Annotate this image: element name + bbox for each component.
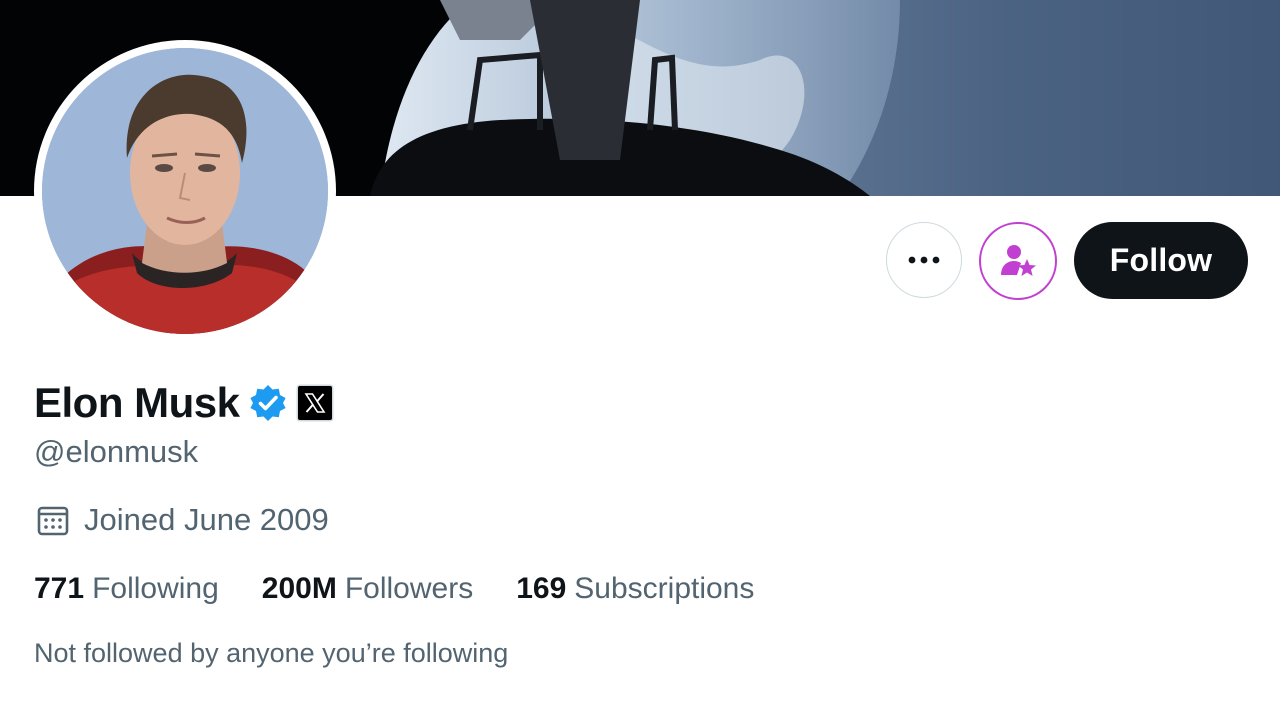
subscribe-button[interactable] xyxy=(979,222,1057,300)
avatar-ring[interactable] xyxy=(34,40,336,342)
calendar-icon xyxy=(37,506,69,536)
stat-label: Following xyxy=(92,572,219,605)
x-logo-icon xyxy=(304,393,325,413)
stat-value: 200M xyxy=(261,572,337,605)
stat-followers[interactable]: 200M Followers xyxy=(262,572,473,606)
stat-label: Followers xyxy=(344,572,474,605)
verified-badge-icon[interactable] xyxy=(248,383,288,423)
more-button[interactable] xyxy=(886,222,962,298)
stat-value: 771 xyxy=(34,572,85,605)
display-name: Elon Musk xyxy=(34,379,240,426)
followers-you-know: Not followed by anyone you’re following xyxy=(34,638,509,668)
stat-value: 169 xyxy=(516,572,567,605)
joined-date: Joined June 2009 xyxy=(84,502,329,537)
handle: @elonmusk xyxy=(34,434,199,469)
avatar[interactable] xyxy=(42,48,328,334)
affiliate-badge[interactable] xyxy=(297,386,332,420)
joined-row: Joined June 2009 xyxy=(36,502,329,538)
stat-subscriptions[interactable]: 169 Subscriptions xyxy=(516,572,754,606)
follow-button[interactable]: Follow xyxy=(1074,222,1248,299)
subscribe-person-star-icon xyxy=(1001,245,1036,276)
more-horizontal-icon xyxy=(908,256,940,264)
avatar-image xyxy=(42,48,328,334)
stat-label: Subscriptions xyxy=(574,572,755,605)
stat-following[interactable]: 771 Following xyxy=(34,572,219,606)
profile-stats: 771 Following 200M Followers 169 Subscripti… xyxy=(34,572,797,606)
name-row: Elon Musk xyxy=(34,376,332,430)
